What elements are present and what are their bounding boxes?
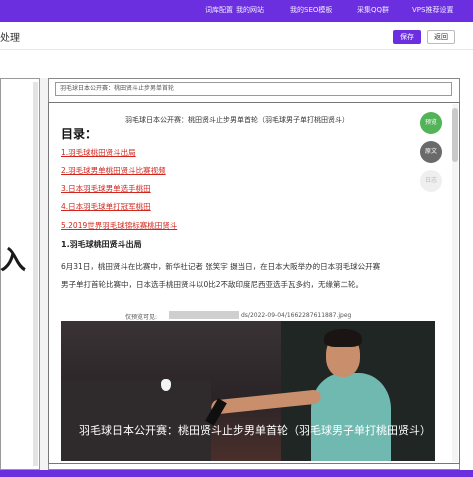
nav-link-my-sites[interactable]: 我的网站 bbox=[236, 5, 264, 15]
article-subtitle: 羽毛球日本公开赛：桃田贤斗止步男单首轮（羽毛球男子单打桃田贤斗） bbox=[125, 116, 349, 124]
image-source-label: 仅预览可见: bbox=[125, 312, 157, 321]
toc-heading: 目录： bbox=[61, 127, 98, 141]
article-title-input[interactable]: 羽毛球日本公开赛：桃田贤斗止步男单首轮 bbox=[55, 82, 452, 96]
save-button[interactable]: 保存 bbox=[393, 30, 421, 44]
section-heading: 1.羽毛球桃田贤斗出局 bbox=[61, 240, 142, 249]
left-scrollbar[interactable] bbox=[33, 82, 38, 466]
nav-link-vps[interactable]: VPS推荐设置 bbox=[412, 5, 453, 15]
image-source-path: ds/2022-09-04/1662287611887.jpeg bbox=[241, 312, 352, 319]
toc-link-2[interactable]: 2.羽毛球男单桃田贤斗比赛视频 bbox=[61, 165, 166, 176]
shuttlecock-shape bbox=[161, 379, 171, 391]
image-source-prefix: 仅预览可见: bbox=[125, 314, 158, 321]
nav-link-seo-templates[interactable]: 我的SEO模板 bbox=[290, 5, 332, 15]
back-button[interactable]: 返回 bbox=[427, 30, 455, 44]
toc-link-1[interactable]: 1.羽毛球桃田贤斗出局 bbox=[61, 147, 136, 158]
photo-caption: 羽毛球日本公开赛：桃田贤斗止步男单首轮（羽毛球男子单打桃田贤斗） bbox=[79, 424, 431, 437]
article-photo: 羽毛球日本公开赛：桃田贤斗止步男单首轮（羽毛球男子单打桃田贤斗） bbox=[61, 321, 435, 461]
page-title: 处理 bbox=[0, 33, 20, 44]
bottom-bar bbox=[0, 470, 473, 477]
toc-link-4[interactable]: 4.日本羽毛球单打冠军桃田 bbox=[61, 201, 151, 212]
player-body-shape bbox=[311, 373, 391, 461]
redacted-url bbox=[169, 311, 239, 319]
preview-button[interactable]: 预览 bbox=[420, 112, 442, 134]
disabled-side-button[interactable]: 日志 bbox=[420, 170, 442, 192]
player-hair-shape bbox=[324, 329, 362, 347]
toc-link-3[interactable]: 3.日本羽毛球男单选手桃田 bbox=[61, 183, 151, 194]
panel-divider[interactable] bbox=[40, 78, 48, 470]
toc-link-5[interactable]: 5.2019世界羽毛球锦标赛桃田贤斗 bbox=[61, 220, 177, 231]
crowd-shape bbox=[61, 381, 211, 461]
article-scrollbar-thumb[interactable] bbox=[452, 108, 458, 162]
nav-link-word-config[interactable]: 词库配置 bbox=[205, 5, 233, 15]
paragraph-line-2: 男子单打首轮比赛中，日本选手桃田贤斗以0比2不敌印度尼西亚选手瓦多约，无缘第二轮… bbox=[61, 280, 364, 289]
paragraph-line-1: 6月31日，桃田贤斗在比赛中，新华社记者 张笑宇 摄当日，在日本大阪举办的日本羽… bbox=[61, 262, 381, 271]
toolbar: 处理 保存 返回 bbox=[0, 22, 473, 50]
top-nav-bar: 词库配置 我的网站 我的SEO模板 采集QQ群 VPS推荐设置 bbox=[0, 0, 473, 22]
article-preview: 羽毛球日本公开赛：桃田贤斗止步男单首轮（羽毛球男子单打桃田贤斗） 目录： 1.羽… bbox=[48, 102, 460, 464]
nav-link-qq-groups[interactable]: 采集QQ群 bbox=[357, 5, 389, 15]
left-panel-text: 入 bbox=[0, 246, 27, 276]
source-button[interactable]: 原文 bbox=[420, 141, 442, 163]
